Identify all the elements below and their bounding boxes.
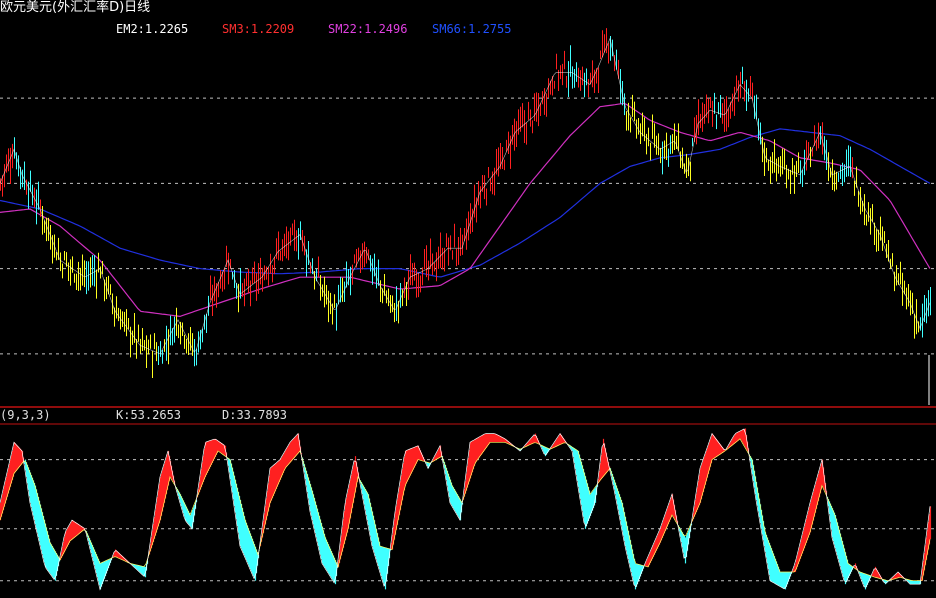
sm66-line (0, 128, 931, 278)
chart-window[interactable]: 欧元美元(外汇汇率D)日线 EM2:1.2265 SM3:1.2209 SM22… (0, 0, 936, 598)
ma-sm3-label: SM3:1.2209 (222, 22, 295, 36)
ma-sm66-label: SM66:1.2755 (432, 22, 512, 36)
chart-title: 欧元美元(外汇汇率D)日线 (0, 0, 151, 15)
em2-line (0, 37, 931, 355)
sm22-line (0, 102, 931, 318)
kdj-params-label: (9,3,3) (0, 408, 51, 422)
ma-sm22-label: SM22:1.2496 (328, 22, 408, 36)
k-value-label: K:53.2653 (116, 408, 182, 422)
d-value-label: D:33.7893 (222, 408, 288, 422)
ma-em2-label: EM2:1.2265 (116, 22, 189, 36)
chart-canvas[interactable] (0, 0, 936, 598)
